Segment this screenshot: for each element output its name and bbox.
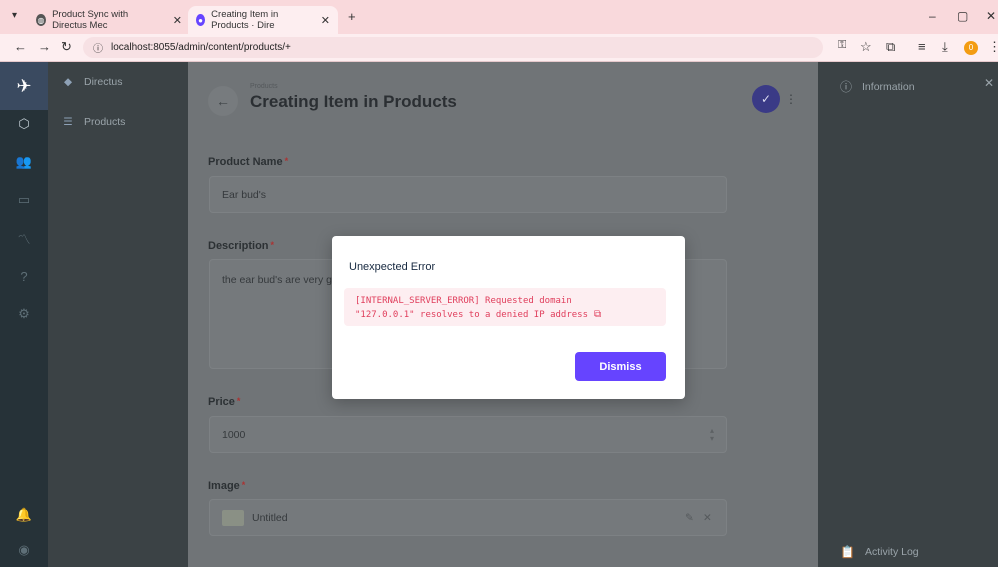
navigation-pane: ◆ Directus ☰ Products [48,62,188,567]
tab-search-icon[interactable]: ▾ [12,10,17,21]
forward-arrow-icon[interactable]: → [38,39,51,54]
address-bar: ← → ↻ ⓘ localhost:8055/admin/content/pro… [0,34,998,62]
extensions-icon[interactable]: ⧉ [886,39,895,55]
close-sidebar-icon[interactable]: ✕ [984,76,994,90]
sidebar-right: ⓘ Information ✕ 📋 Activity Log [818,62,998,567]
number-stepper-icon[interactable]: ▴ ▾ [710,426,714,443]
error-line-1: [INTERNAL_SERVER_ERROR] Requested domain [355,296,572,306]
reading-list-icon[interactable]: ≡ [918,39,926,54]
dialog-title: Unexpected Error [349,261,436,273]
description-label: Description * [208,240,275,252]
directus-logo-icon[interactable]: ✈ [0,62,48,110]
user-avatar-icon[interactable]: ◉ [14,540,34,560]
tab-title: Creating Item in Products · Dire [211,9,279,31]
tab-title: Product Sync with Directus Mec [52,9,129,31]
help-module-icon[interactable]: ? [14,266,34,286]
image-label: Image * [208,480,246,492]
password-key-icon[interactable]: ⚿ [838,39,846,52]
price-input[interactable]: 1000 ▴ ▾ [209,416,727,453]
site-info-icon[interactable]: ⓘ [93,40,103,55]
site-favicon-icon: ◍ [36,14,47,26]
url-text: localhost:8055/admin/content/products/+ [111,42,291,53]
copy-icon[interactable]: ⧉ [594,308,601,322]
nav-item-label: Products [84,116,126,128]
files-module-icon[interactable]: ▭ [14,190,34,210]
image-field[interactable]: Untitled ✎ ✕ [209,499,727,536]
save-button[interactable]: ✓ [752,85,780,113]
dismiss-button[interactable]: Dismiss [575,352,666,381]
downloads-icon[interactable]: ⤓ [942,39,948,55]
remove-image-icon[interactable]: ✕ [703,512,712,524]
new-tab-button[interactable]: + [348,9,356,24]
back-button[interactable]: ← [208,86,238,116]
module-bar: ✈ ⬡ 👥 ▭ 〽 ? ⚙ 🔔 ◉ [0,62,48,567]
error-message: [INTERNAL_SERVER_ERROR] Requested domain… [344,288,666,326]
insights-module-icon[interactable]: 〽 [14,228,34,248]
product-name-label: Product Name * [208,156,289,168]
error-dialog: Unexpected Error [INTERNAL_SERVER_ERROR]… [332,236,685,399]
reload-icon[interactable]: ↻ [61,39,72,55]
browser-menu-icon[interactable]: ⋮ [988,39,998,55]
project-icon: ◆ [63,76,73,88]
price-label: Price * [208,396,241,408]
users-module-icon[interactable]: 👥 [14,152,34,172]
url-input[interactable]: ⓘ localhost:8055/admin/content/products/… [83,37,823,58]
database-icon: ☰ [63,116,73,128]
info-icon: ⓘ [840,80,853,94]
project-name[interactable]: ◆ Directus [60,76,123,88]
activity-log-icon: 📋 [840,545,855,559]
browser-tab-creating-item[interactable]: ● Creating Item in Products · Dire ✕ [188,6,338,34]
bookmark-star-icon[interactable]: ☆ [860,39,872,55]
close-icon[interactable]: ✕ [321,14,330,27]
activity-log-section[interactable]: 📋 Activity Log [840,545,919,559]
page-title: Creating Item in Products [250,92,457,111]
information-section[interactable]: ⓘ Information [840,78,915,95]
settings-gear-icon[interactable]: ⚙ [14,304,34,324]
profile-badge[interactable]: 0 [964,41,978,55]
browser-tab-strip: ▾ ◍ Product Sync with Directus Mec ✕ ● C… [0,0,998,34]
close-icon[interactable]: ✕ [173,14,182,27]
directus-favicon-icon: ● [196,14,206,26]
nav-item-products[interactable]: ☰ Products [60,116,125,128]
more-options-icon[interactable]: ⋮ [785,92,797,106]
back-arrow-icon[interactable]: ← [14,39,27,54]
notifications-bell-icon[interactable]: 🔔 [14,505,34,525]
minimize-icon[interactable]: – [929,9,936,23]
window-close-icon[interactable]: ✕ [986,9,996,23]
restore-icon[interactable]: ▢ [957,9,968,23]
edit-image-icon[interactable]: ✎ [685,512,694,524]
browser-tab-product-sync[interactable]: ◍ Product Sync with Directus Mec ✕ [28,8,190,32]
project-name-label: Directus [84,76,123,88]
image-thumbnail [222,509,244,526]
breadcrumb[interactable]: Products [250,83,278,90]
error-line-2: "127.0.0.1" resolves to a denied IP addr… [355,308,602,322]
content-module-icon[interactable]: ⬡ [14,114,34,134]
product-name-input[interactable]: Ear bud's [209,176,727,213]
